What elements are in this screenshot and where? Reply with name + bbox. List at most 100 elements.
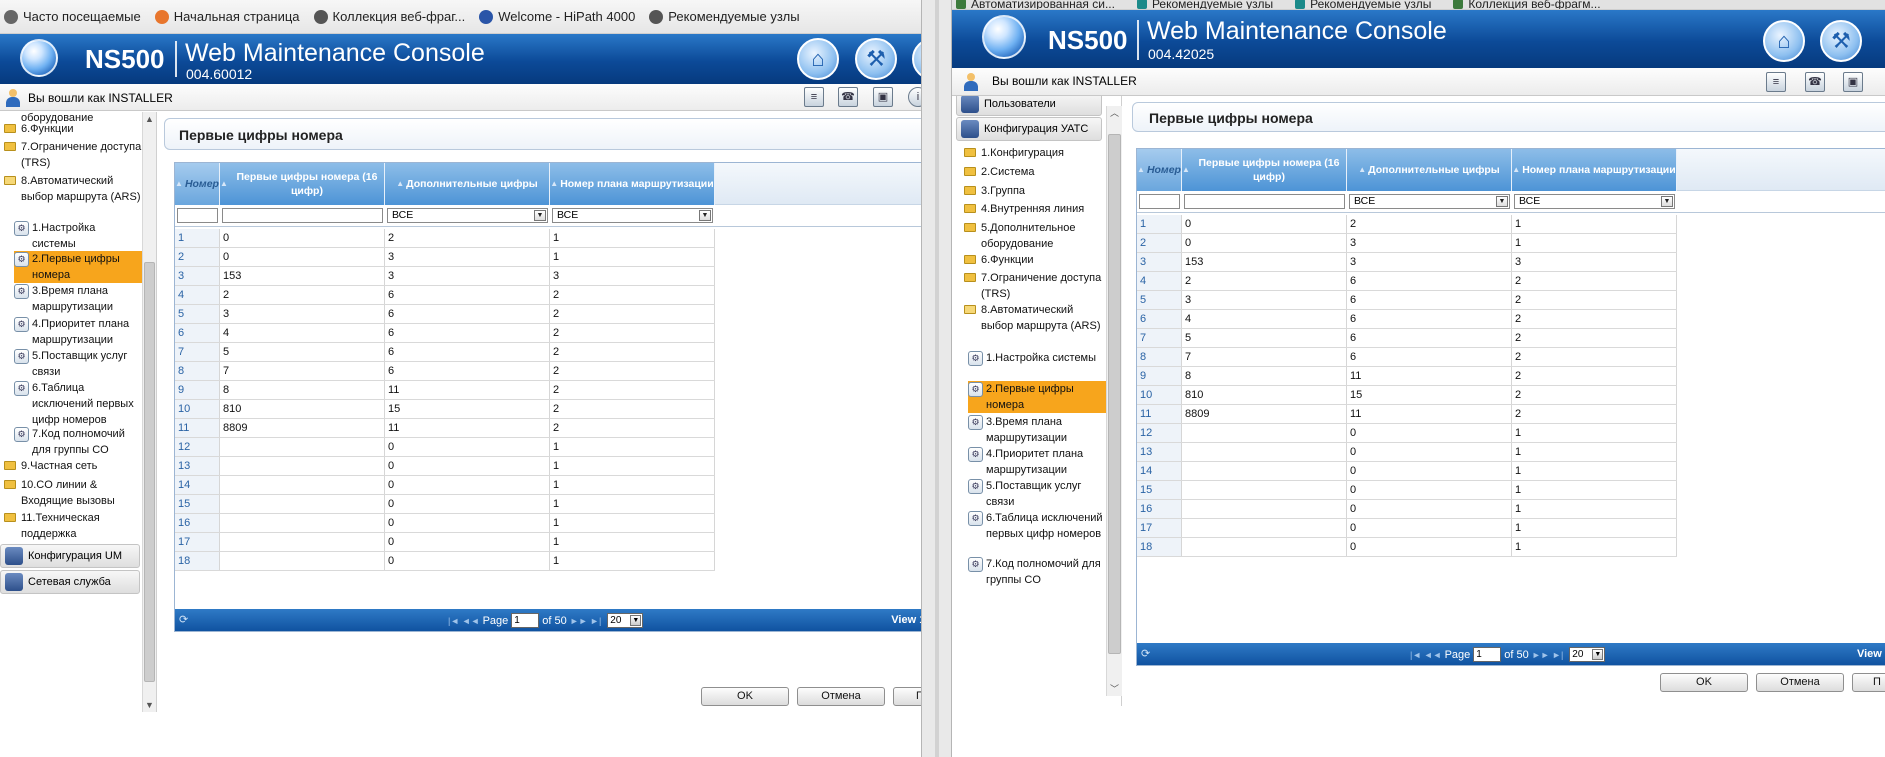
scroll-thumb[interactable] [144,262,155,682]
bookmark-item[interactable]: Рекомендуемые узлы [1136,0,1273,9]
filter-digits-input[interactable] [1184,194,1345,209]
tree-item[interactable]: ⚙ 4.Приоритет плана маршрутизации [968,446,1106,478]
first-page-icon[interactable]: |◄ ◄◄ [1410,650,1442,660]
tree-item[interactable]: ⚙ 7.Код полномочий для группы CO [968,556,1106,588]
column-header[interactable]: ▲ Номер плана маршрутизации [550,163,715,205]
sidebar-section[interactable]: Сетевая служба [0,570,140,594]
home-icon[interactable]: ⌂ [1763,20,1805,62]
tree-item[interactable]: ⚙ 2.Первые цифры номера [968,381,1106,413]
filter-digits-input[interactable] [222,208,383,223]
help-icon[interactable]: ? [912,38,921,80]
tools-icon[interactable]: ⚒ [855,38,897,80]
table-row[interactable]: 16 0 1 [1137,500,1677,519]
table-row[interactable]: 13 0 1 [1137,443,1677,462]
table-row[interactable]: 18 0 1 [175,552,715,571]
tree-item[interactable]: 7.Ограничение доступа (TRS) [4,139,142,171]
table-row[interactable]: 3 153 3 3 [1137,253,1677,272]
tree-item[interactable]: 5.Дополнительное оборудование [964,220,1106,252]
tree-scrollbar[interactable]: ▲ ▼ [142,112,156,712]
home-icon[interactable]: ⌂ [797,38,839,80]
tree-item[interactable]: 7.Ограничение доступа (TRS) [964,270,1106,302]
filter-route-plan-select[interactable]: ВСЕ ▼ [1514,194,1675,209]
save-icon[interactable]: ▣ [1843,72,1863,92]
log-icon[interactable]: ≡ [1766,72,1786,92]
tree-item[interactable]: 9.Частная сеть [4,458,142,474]
tree-item[interactable]: ⚙ 5.Поставщик услуг связи [968,478,1106,510]
tree-item[interactable]: 2.Система [964,164,1106,180]
tree-item[interactable]: 11.Техническая поддержка [4,510,142,542]
table-row[interactable]: 7562 [1137,329,1677,348]
log-icon[interactable]: ≡ [804,87,824,107]
filter-additional-select[interactable]: ВСЕ ▼ [1349,194,1510,209]
table-row[interactable]: 9 8 11 2 [1137,367,1677,386]
scroll-up-arrow-icon[interactable]: ▲ [143,112,156,126]
table-row[interactable]: 14 0 1 [1137,462,1677,481]
table-row[interactable]: 5362 [1137,291,1677,310]
bookmark-item[interactable]: Автоматизированная си... [956,0,1115,9]
bookmark-item[interactable]: Коллекция веб-фрагм... [1453,0,1601,9]
first-page-icon[interactable]: |◄ ◄◄ [448,616,480,626]
tree-item[interactable]: 8.Автоматический выбор маршрута (ARS) [964,302,1106,334]
tree-item[interactable]: 1.Конфигурация [964,145,1106,161]
tree-item[interactable]: ⚙ 6.Таблица исключений первых цифр номеро… [14,380,142,428]
chevron-down-icon[interactable]: ▼ [534,210,546,221]
ok-button[interactable]: OK [1660,673,1748,692]
filter-number-input[interactable] [177,208,218,223]
table-row[interactable]: 12 0 1 [175,438,715,457]
table-row[interactable]: 10 810 15 2 [1137,386,1677,405]
sidebar-section[interactable]: Конфигурация UM [0,544,140,568]
scroll-down-arrow-icon[interactable]: ﹀ [1107,682,1122,696]
chevron-down-icon[interactable]: ▼ [1592,649,1604,660]
cancel-button[interactable]: Отмена [797,687,885,706]
page-input[interactable]: 1 [1473,647,1502,662]
apply-button[interactable]: Пр [893,687,921,706]
phone-icon[interactable]: ☎ [1805,72,1825,92]
tree-item[interactable]: ⚙ 3.Время плана маршрутизации [14,283,142,315]
tree-item[interactable]: ⚙ 5.Поставщик услуг связи [14,348,142,380]
filter-route-plan-select[interactable]: ВСЕ ▼ [552,208,713,223]
refresh-icon[interactable]: ⟳ [1141,647,1150,660]
bookmark-item[interactable]: Начальная страница [154,9,300,24]
table-row[interactable]: 5362 [175,305,715,324]
tree-item[interactable]: ⚙ 1.Настройка системы [14,220,142,252]
bookmark-item[interactable]: Часто посещаемые [4,9,141,24]
tree-item[interactable]: 4.Внутренняя линия [964,201,1106,217]
page-input[interactable]: 1 [511,613,540,628]
next-page-icon[interactable]: ►► ►| [570,616,602,626]
table-row[interactable]: 4262 [175,286,715,305]
table-row[interactable]: 1021 [175,229,715,248]
table-row[interactable]: 9 8 11 2 [175,381,715,400]
apply-button[interactable]: П [1852,673,1885,692]
table-row[interactable]: 11 8809 11 2 [175,419,715,438]
tree-item[interactable]: ⚙ 4.Приоритет плана маршрутизации [14,316,142,348]
table-row[interactable]: 6462 [175,324,715,343]
tree-item[interactable]: ⚙ 3.Время плана маршрутизации [968,414,1106,446]
chevron-down-icon[interactable]: ▼ [1661,196,1673,207]
column-header[interactable]: ▲ Номер плана маршрутизации [1512,149,1677,191]
column-header[interactable]: ▲ Первые цифры номера (16 цифр) [1182,149,1347,191]
page-size-select[interactable]: 20 ▼ [607,613,644,628]
chevron-down-icon[interactable]: ▼ [630,615,642,626]
table-row[interactable]: 4262 [1137,272,1677,291]
table-row[interactable]: 16 0 1 [175,514,715,533]
tools-icon[interactable]: ⚒ [1820,20,1862,62]
tree-item[interactable]: ⚙ 2.Первые цифры номера [14,251,142,283]
tree-scrollbar[interactable]: ︿ ﹀ [1106,106,1122,696]
column-header[interactable]: ▲ Номер [175,163,220,205]
table-row[interactable]: 8762 [1137,348,1677,367]
table-row[interactable]: 3 153 3 3 [175,267,715,286]
cancel-button[interactable]: Отмена [1756,673,1844,692]
ok-button[interactable]: OK [701,687,789,706]
table-row[interactable]: 6462 [1137,310,1677,329]
tree-item[interactable]: ⚙ 7.Код полномочий для группы CO [14,426,142,458]
table-row[interactable]: 10 810 15 2 [175,400,715,419]
filter-number-input[interactable] [1139,194,1180,209]
chevron-down-icon[interactable]: ▼ [1496,196,1508,207]
table-row[interactable]: 17 0 1 [175,533,715,552]
info-icon[interactable]: i [908,87,921,107]
table-row[interactable]: 15 0 1 [175,495,715,514]
column-header[interactable]: ▲ Номер [1137,149,1182,191]
filter-additional-select[interactable]: ВСЕ ▼ [387,208,548,223]
table-row[interactable]: 8762 [175,362,715,381]
scroll-thumb[interactable] [1108,134,1121,654]
